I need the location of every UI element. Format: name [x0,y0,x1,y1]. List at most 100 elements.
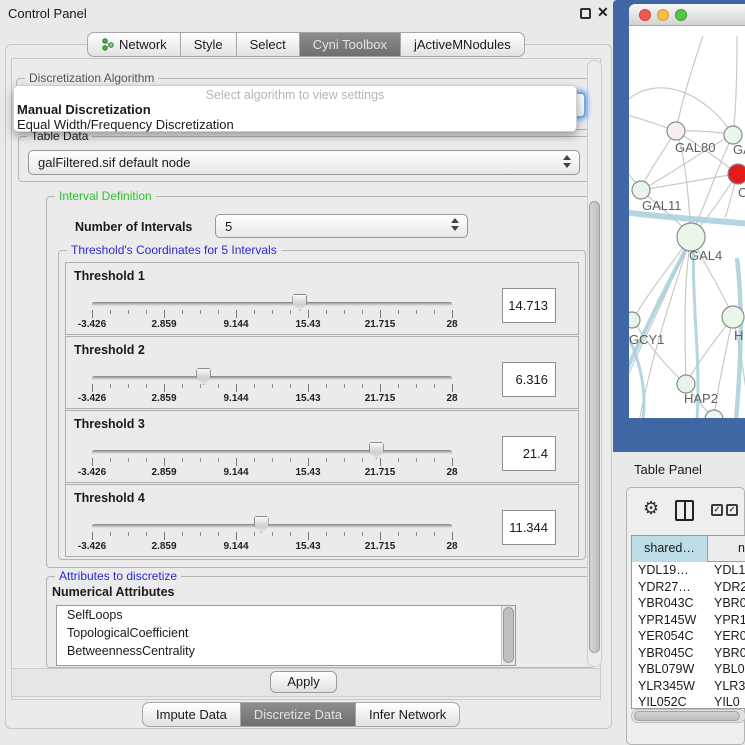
tick-label: -3.426 [52,541,132,552]
threshold-label: Threshold 4 [74,491,145,505]
bottom-tab-bar: Impute Data Discretize Data Infer Networ… [143,702,460,727]
attributes-list-scrollbar[interactable] [501,606,515,665]
node-label: GCY1 [629,332,664,347]
tab-infer-network[interactable]: Infer Network [355,702,460,727]
slider-track[interactable] [92,450,452,455]
algorithm-option-manual[interactable]: Manual Discretization [17,102,151,117]
zoom-traffic-icon[interactable] [675,9,687,21]
name-cell: YDR2 [714,580,745,594]
network-node[interactable] [677,223,705,251]
tab-cyni-toolbox[interactable]: Cyni Toolbox [299,32,401,57]
checkbox-icon[interactable]: ✓ [726,504,738,516]
number-of-intervals-combo[interactable]: 5 [215,214,468,238]
threshold-label: Threshold 3 [74,417,145,431]
minimize-traffic-icon[interactable] [657,9,669,21]
table-panel-title: Table Panel [634,462,702,477]
apply-button[interactable]: Apply [270,671,337,693]
table-row[interactable]: YBL079WYBL0 [632,661,745,678]
tab-network[interactable]: Network [87,32,181,57]
scrollbar-thumb[interactable] [634,711,740,721]
shared-name-cell: YBR043C [638,596,694,610]
gear-icon[interactable]: ⚙ [643,498,659,519]
slider-track[interactable] [92,302,452,307]
network-edge[interactable] [676,36,703,131]
network-node[interactable] [722,306,744,328]
tab-network-label: Network [119,33,167,56]
scrollbar-thumb[interactable] [503,607,514,663]
float-window-icon[interactable] [580,8,591,19]
slider-thumb[interactable] [196,368,211,385]
attribute-list-item[interactable]: SelfLoops [57,606,515,624]
split-view-icon[interactable] [675,500,694,521]
column-header-name[interactable]: na [708,536,745,562]
slider-thumb[interactable] [292,294,307,311]
network-graph: GAL80GACGAL11GAL4GCY1HHAP2 [629,26,745,418]
scrollbar-thumb[interactable] [589,201,600,653]
threshold-value-field[interactable]: 6.316 [502,362,556,397]
slider-ticks [92,532,453,540]
algorithm-option-equal-width[interactable]: Equal Width/Frequency Discretization [17,117,234,132]
close-traffic-icon[interactable] [639,9,651,21]
slider-track[interactable] [92,524,452,529]
network-edge-highlighted[interactable] [629,238,692,378]
table-row[interactable]: YPR145WYPR1 [632,612,745,629]
network-node[interactable] [667,122,685,140]
slider-thumb[interactable] [369,442,384,459]
network-edge[interactable] [733,36,737,135]
network-view-window: GAL80GACGAL11GAL4GCY1HHAP2 [629,4,745,418]
table-row[interactable]: YBR045CYBR0 [632,645,745,662]
network-node[interactable] [629,312,640,328]
table-data-combo[interactable]: galFiltered.sif default node [28,150,580,175]
threshold-value-field[interactable]: 21.4 [502,436,556,471]
node-label: GAL80 [675,140,715,155]
attributes-group-label: Attributes to discretize [55,569,181,583]
tick-label: 21.715 [340,393,420,404]
node-label: C [738,185,745,200]
column-header-shared-name[interactable]: shared… [632,536,708,562]
table-row[interactable]: YDR27…YDR2 [632,579,745,596]
name-cell: YBR0 [714,646,745,660]
checkbox-icon[interactable]: ✓ [711,504,723,516]
network-edge[interactable] [641,131,676,190]
attribute-list-item[interactable]: BetweennessCentrality [57,642,515,660]
tab-style[interactable]: Style [180,32,237,57]
control-panel-scrollbar[interactable] [587,60,602,667]
tick-label: 9.144 [196,319,276,330]
node-label: H [734,328,743,343]
table-row[interactable]: YDL19…YDL1 [632,562,745,579]
table-row[interactable]: YLR345WYLR3 [632,678,745,695]
node-label: HAP2 [684,391,718,406]
tab-select[interactable]: Select [236,32,300,57]
slider-thumb[interactable] [254,516,269,533]
algorithm-dropdown-popup: Select algorithm to view settings Manual… [13,85,577,132]
name-cell: YER0 [714,629,745,643]
tab-impute-data[interactable]: Impute Data [142,702,241,727]
threshold-value-field[interactable]: 14.713 [502,288,556,323]
slider-track[interactable] [92,376,452,381]
close-icon[interactable]: ✕ [597,4,609,21]
threshold-value-field[interactable]: 11.344 [502,510,556,545]
network-edge-highlighted[interactable] [629,212,745,224]
tab-discretize-data[interactable]: Discretize Data [240,702,356,727]
network-canvas[interactable]: GAL80GACGAL11GAL4GCY1HHAP2 [629,26,745,418]
slider-ticks [92,384,453,392]
tick-label: 9.144 [196,393,276,404]
combo-stepper-icon [451,218,459,231]
table-row[interactable]: YIL052CYIL0 [632,694,745,709]
threshold-row: Threshold 3-3.4262.8599.14415.4321.71528… [65,410,579,483]
table-row[interactable]: YER054CYER0 [632,628,745,645]
algorithm-placeholder: Select algorithm to view settings [14,88,576,102]
threshold-label: Threshold 2 [74,343,145,357]
tick-label: 15.43 [268,467,348,478]
attribute-list-item[interactable]: TopologicalCoefficient [57,624,515,642]
tab-jactivemnodules[interactable]: jActiveMNodules [400,32,525,57]
numerical-attributes-list[interactable]: SelfLoopsTopologicalCoefficientBetweenne… [56,605,516,666]
discretization-algorithm-label: Discretization Algorithm [25,71,158,85]
network-node[interactable] [728,164,745,184]
table-data-combo-value: galFiltered.sif default node [38,155,190,170]
table-horizontal-scrollbar[interactable] [631,709,745,723]
network-window-titlebar[interactable] [629,4,745,26]
network-node[interactable] [632,181,650,199]
table-row[interactable]: YBR043CYBR0 [632,595,745,612]
tick-label: 28 [412,393,492,404]
